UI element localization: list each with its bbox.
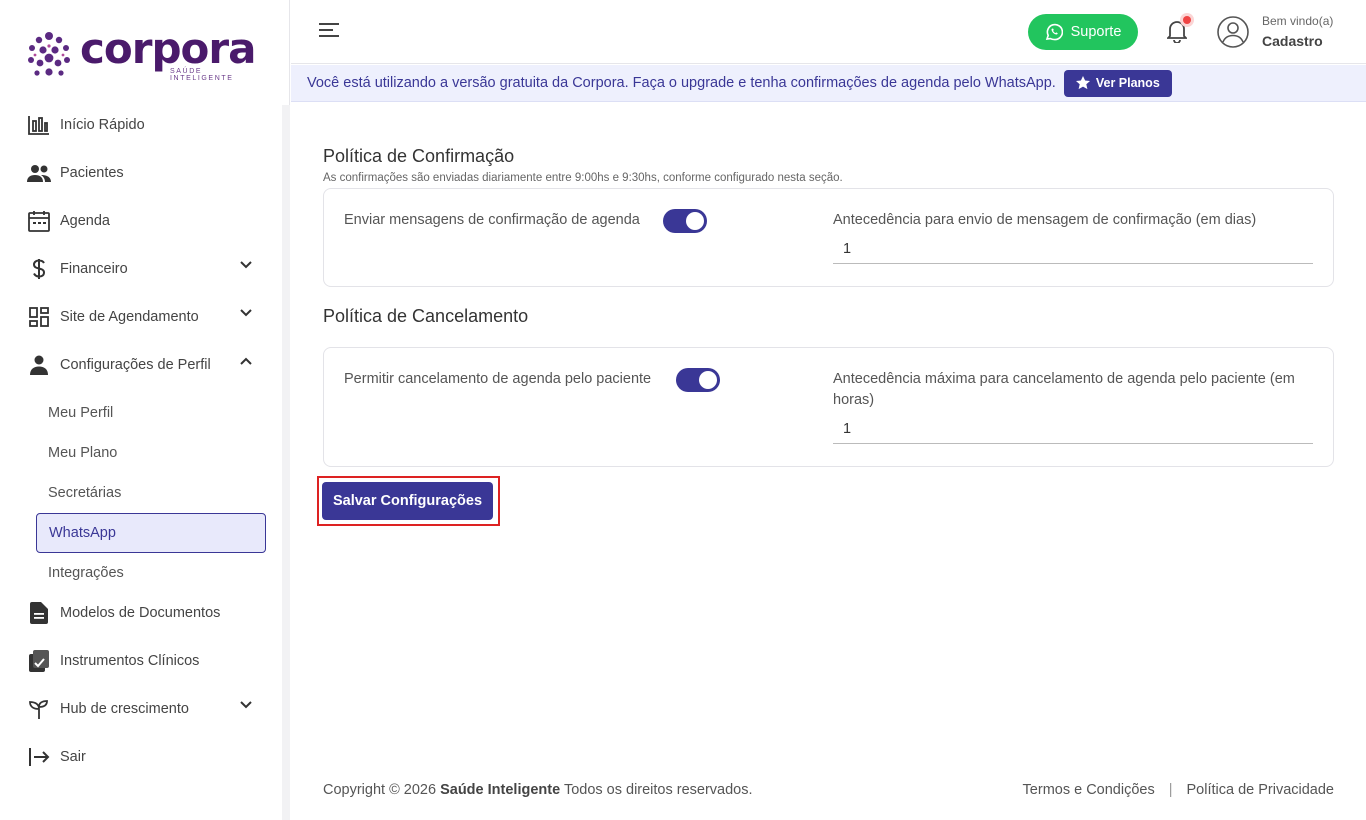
footer-links: Termos e Condições | Política de Privaci… [1023,782,1334,798]
upgrade-banner: Você está utilizando a versão gratuita d… [291,65,1366,102]
rights-text: Todos os direitos reservados. [563,782,753,798]
users-icon [26,160,52,186]
person-icon [26,352,52,378]
whatsapp-icon [1045,23,1063,41]
cancellation-hours-input[interactable] [833,414,1313,444]
menu-toggle-button[interactable] [319,22,343,42]
confirmation-policy-subtitle: As confirmações são enviadas diariamente… [323,172,843,184]
top-header: Suporte Bem vindo(a) Cadastro [291,0,1366,64]
sidebar-item-configuracoes-perfil[interactable]: Configurações de Perfil [26,345,256,385]
save-settings-button[interactable]: Salvar Configurações [322,482,493,520]
view-plans-button[interactable]: Ver Planos [1063,69,1172,97]
footer-separator: | [1168,782,1173,798]
sidebar-item-label: Pacientes [60,165,124,181]
sidebar-item-modelos-documentos[interactable]: Modelos de Documentos [26,593,256,633]
sidebar-subitem-meu-perfil[interactable]: Meu Perfil [36,393,266,433]
confirmation-toggle[interactable] [663,209,707,233]
support-label: Suporte [1070,24,1122,40]
sidebar-subitem-label: Secretárias [48,485,122,501]
notification-badge [1183,16,1191,24]
bar-chart-icon [26,112,52,138]
banner-text: Você está utilizando a versão gratuita d… [307,75,1056,91]
brand-name: corpora [80,24,256,73]
confirmation-policy-card: Enviar mensagens de confirmação de agend… [323,188,1334,287]
support-button[interactable]: Suporte [1028,14,1138,50]
username: Cadastro [1262,33,1323,49]
sidebar-item-sair[interactable]: Sair [26,737,256,777]
chevron-down-icon [240,261,252,269]
confirmation-days-input[interactable] [833,234,1313,264]
welcome-text: Bem vindo(a) [1262,14,1334,28]
user-circle-icon [1217,16,1249,48]
company-name: Saúde Inteligente [440,782,561,798]
sidebar: corpora SAÚDE INTELIGENTE Início Rápido … [0,0,290,820]
sidebar-item-label: Modelos de Documentos [60,605,221,621]
dashboard-icon [26,304,52,330]
sidebar-item-agenda[interactable]: Agenda [26,201,256,241]
confirmation-toggle-label: Enviar mensagens de confirmação de agend… [344,212,640,228]
cancellation-policy-title: Política de Cancelamento [323,306,529,326]
sidebar-item-label: Agenda [60,213,110,229]
sidebar-item-instrumentos-clinicos[interactable]: Instrumentos Clínicos [26,641,256,681]
sidebar-item-label: Financeiro [60,261,128,277]
sidebar-subitem-label: Meu Plano [48,445,118,461]
cancellation-toggle-label: Permitir cancelamento de agenda pelo pac… [344,371,652,387]
cancellation-toggle[interactable] [676,368,720,392]
cancellation-hours-label: Antecedência máxima para cancelamento de… [833,371,1295,408]
sidebar-subitem-whatsapp[interactable]: WhatsApp [36,513,266,553]
chevron-up-icon [240,357,252,365]
copyright-text: Copyright © 2026 [323,782,437,798]
sidebar-item-financeiro[interactable]: Financeiro [26,249,256,289]
brand-logo[interactable]: corpora SAÚDE INTELIGENTE [26,24,266,82]
menu-icon [319,23,339,37]
sidebar-subitem-meu-plano[interactable]: Meu Plano [36,433,266,473]
sidebar-item-label: Sair [60,749,86,765]
sidebar-item-pacientes[interactable]: Pacientes [26,153,256,193]
privacy-link[interactable]: Política de Privacidade [1187,782,1335,798]
confirmation-policy-title: Política de Confirmação [323,146,515,166]
confirmation-days-label: Antecedência para envio de mensagem de c… [833,212,1257,228]
logout-icon [26,744,52,770]
sidebar-item-label: Hub de crescimento [60,701,189,717]
chevron-down-icon [240,701,252,709]
document-icon [26,600,52,626]
sidebar-subitem-label: Integrações [48,565,124,581]
footer-copyright: Copyright © 2026 Saúde Inteligente Todos… [323,782,753,798]
clipboard-icon [26,648,52,674]
sidebar-subitem-label: WhatsApp [49,525,116,541]
sidebar-item-inicio-rapido[interactable]: Início Rápido [26,105,256,145]
sidebar-subitem-secretarias[interactable]: Secretárias [36,473,266,513]
sidebar-scrollbar[interactable] [282,105,290,820]
brand-tagline: SAÚDE INTELIGENTE [170,68,234,82]
sprout-icon [26,696,52,722]
sidebar-item-label: Instrumentos Clínicos [60,653,200,669]
sidebar-subitem-integracoes[interactable]: Integrações [36,553,266,593]
view-plans-label: Ver Planos [1095,76,1160,90]
sidebar-item-label: Site de Agendamento [60,309,199,325]
sidebar-item-label: Início Rápido [60,117,145,133]
dollar-icon [26,256,52,282]
cancellation-policy-card: Permitir cancelamento de agenda pelo pac… [323,347,1334,467]
avatar[interactable] [1217,16,1249,48]
sidebar-item-hub-crescimento[interactable]: Hub de crescimento [26,689,256,729]
sidebar-subitem-label: Meu Perfil [48,405,114,421]
star-icon [1075,76,1090,90]
calendar-icon [26,208,52,234]
terms-link[interactable]: Termos e Condições [1023,782,1155,798]
brand-logo-icon [28,32,70,76]
sidebar-item-site-agendamento[interactable]: Site de Agendamento [26,297,256,337]
sidebar-item-label: Configurações de Perfil [60,357,211,373]
chevron-down-icon [240,309,252,317]
